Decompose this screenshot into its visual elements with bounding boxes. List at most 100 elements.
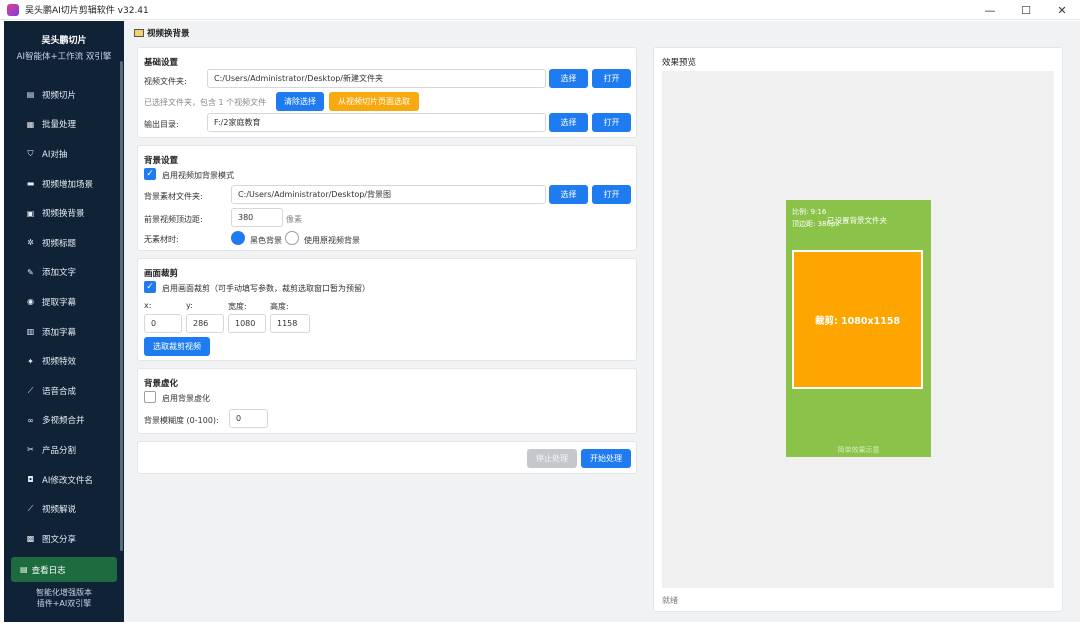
selected-info-text: 已选择文件夹，包含 1 个视频文件 [144, 98, 267, 107]
top-margin-unit: 像素 [286, 215, 302, 224]
sidebar-item[interactable]: ⟋ 语音合成 [4, 376, 124, 406]
status-text: 就绪 [662, 596, 678, 605]
sidebar-item-label: AI修改文件名 [42, 475, 93, 486]
enable-blur-label: 启用背景虚化 [162, 394, 210, 403]
minimize-button[interactable]: — [972, 0, 1008, 20]
sidebar-item[interactable]: ▬ 视频增加场景 [4, 169, 124, 199]
crop-x-label: x: [144, 301, 152, 310]
sidebar-scrollbar[interactable] [120, 61, 123, 551]
start-processing-button[interactable]: 开始处理 [581, 449, 631, 468]
sidebar-item-label: 提取字幕 [42, 297, 77, 308]
preview-area: 比例: 9:16 顶边距: 380px 已设置背景文件夹 裁剪: 1080x11… [662, 71, 1054, 588]
window-controls: — ☐ ✕ [972, 0, 1080, 20]
sidebar-item[interactable]: ▥ 添加字幕 [4, 317, 124, 347]
preview-ratio: 比例: 9:16 [792, 208, 827, 216]
top-margin-input[interactable]: 380 [231, 208, 283, 227]
video-folder-input[interactable]: C:/Users/Administrator/Desktop/新建文件夹 [207, 69, 546, 88]
stop-processing-button[interactable]: 停止处理 [527, 449, 577, 468]
sidebar-item[interactable]: ∞ 多视频合并 [4, 406, 124, 436]
video-folder-choose-button[interactable]: 选择 [549, 69, 588, 88]
enable-background-label: 启用视频加背景模式 [162, 171, 234, 180]
enable-background-checkbox[interactable]: ✓ [144, 168, 156, 180]
sidebar-item-label: 视频增加场景 [42, 179, 94, 190]
crop-width-label: 宽度: [228, 302, 247, 311]
page-title-text: 视频换背景 [147, 29, 190, 39]
enable-crop-checkbox[interactable]: ✓ [144, 281, 156, 293]
material-open-button[interactable]: 打开 [592, 185, 631, 204]
top-margin-label: 前景视频顶边距: [144, 215, 203, 224]
output-dir-input[interactable]: F:/2家庭教育 [207, 113, 546, 132]
basic-settings-card: 基础设置 视频文件夹: C:/Users/Administrator/Deskt… [137, 47, 637, 138]
sidebar-item[interactable]: ◉ 提取字幕 [4, 287, 124, 317]
output-dir-label: 输出目录: [144, 120, 179, 129]
sidebar-item[interactable]: ▣ 视频换背景 [4, 198, 124, 228]
window-title: 吴头鹏AI切片剪辑软件 v32.41 [25, 6, 149, 16]
sidebar-item-label: AI对抽 [42, 149, 68, 160]
clear-selection-button[interactable]: 清除选择 [276, 92, 324, 111]
view-log-button[interactable]: ▤ 查看日志 [11, 557, 117, 582]
enable-crop-label: 启用画面裁剪（可手动填写参数，裁剪选取窗口暂为预留） [162, 284, 370, 293]
rename-icon: ◘ [27, 475, 34, 485]
select-crop-video-button[interactable]: 选取裁剪视频 [144, 337, 210, 356]
bulb-icon: ◉ [27, 297, 34, 307]
preview-crop-label: 裁剪: 1080x1158 [814, 315, 901, 327]
material-choose-button[interactable]: 选择 [549, 185, 588, 204]
black-background-radio[interactable] [231, 231, 245, 245]
video-folder-label: 视频文件夹: [144, 77, 187, 86]
sidebar-item[interactable]: ▦ 批量处理 [4, 110, 124, 140]
sidebar-item-label: 图文分享 [42, 534, 77, 545]
sidebar-item-label: 批量处理 [42, 120, 77, 131]
maximize-button[interactable]: ☐ [1008, 0, 1044, 20]
crop-y-label: y: [186, 301, 193, 310]
crop-height-input[interactable]: 1158 [270, 314, 310, 333]
sidebar-item-label: 添加字幕 [42, 327, 77, 338]
wand-icon: ⟋ [27, 504, 34, 514]
video-folder-open-button[interactable]: 打开 [592, 69, 631, 88]
layers-icon: ▬ [26, 179, 35, 189]
material-folder-input[interactable]: C:/Users/Administrator/Desktop/背景图 [231, 185, 546, 204]
sidebar-item[interactable]: ✎ 添加文字 [4, 258, 124, 288]
sidebar-item[interactable]: ⟋ 视频解说 [4, 494, 124, 524]
crop-title: 画面裁剪 [144, 269, 179, 279]
output-dir-open-button[interactable]: 打开 [592, 113, 631, 132]
select-from-slice-page-button[interactable]: 从视频切片页面选取 [329, 92, 419, 111]
film-icon: ▤ [26, 90, 35, 100]
original-background-radio[interactable] [285, 231, 299, 245]
image-icon: ▣ [26, 208, 35, 218]
link-icon: ∞ [27, 415, 34, 425]
brand-subtitle: AI智能体+工作流 双引擎 [16, 52, 112, 62]
background-settings-title: 背景设置 [144, 156, 179, 166]
sidebar-item-label: 多视频合并 [42, 416, 85, 427]
sidebar-item[interactable]: ✲ 视频标题 [4, 228, 124, 258]
sidebar-item[interactable]: ◘ AI修改文件名 [4, 465, 124, 495]
output-dir-choose-button[interactable]: 选择 [549, 113, 588, 132]
crop-width-input[interactable]: 1080 [228, 314, 266, 333]
sidebar-item[interactable]: ▩ 图文分享 [4, 524, 124, 554]
blur-degree-input[interactable]: 0 [229, 409, 268, 428]
footer-line-1: 智能化增强版本 [36, 588, 92, 597]
sidebar-item-label: 语音合成 [42, 386, 77, 397]
magic-icon: ✦ [27, 356, 34, 366]
crop-card: 画面裁剪 ✓ 启用画面裁剪（可手动填写参数，裁剪选取窗口暂为预留） x: y: … [137, 258, 637, 361]
sidebar-nav: ▤ 视频切片 ▦ 批量处理 ⛉ AI对抽 ▬ 视频增加场景 ▣ 视频换背景 ✲ 视频标题 ✎ 添加文字 ◉ 提… [4, 80, 124, 554]
enable-blur-checkbox[interactable] [144, 391, 156, 403]
close-button[interactable]: ✕ [1044, 0, 1080, 20]
crop-height-label: 高度: [270, 302, 289, 311]
image-icon [134, 29, 144, 37]
brand: 吴头鹏切片 AI智能体+工作流 双引擎 [4, 21, 124, 62]
page-title: 视频换背景 [134, 27, 190, 39]
crop-x-input[interactable]: 0 [144, 314, 182, 333]
sidebar-item[interactable]: ⛉ AI对抽 [4, 139, 124, 169]
stack-icon: ▦ [26, 119, 35, 129]
pencil-icon: ✎ [27, 267, 34, 277]
sidebar-item[interactable]: ▤ 视频切片 [4, 80, 124, 110]
picture-icon: ▩ [26, 534, 35, 544]
log-icon: ▤ [20, 565, 28, 574]
crop-y-input[interactable]: 286 [186, 314, 224, 333]
sidebar: 吴头鹏切片 AI智能体+工作流 双引擎 ▤ 视频切片 ▦ 批量处理 ⛉ AI对抽 ▬ 视频增加… [4, 21, 124, 622]
scissors-icon: ✂ [27, 445, 34, 455]
basic-settings-title: 基础设置 [144, 58, 179, 68]
sidebar-item[interactable]: ✦ 视频特效 [4, 346, 124, 376]
sidebar-item[interactable]: ✂ 产品分割 [4, 435, 124, 465]
sparkle-icon: ✲ [27, 238, 34, 248]
